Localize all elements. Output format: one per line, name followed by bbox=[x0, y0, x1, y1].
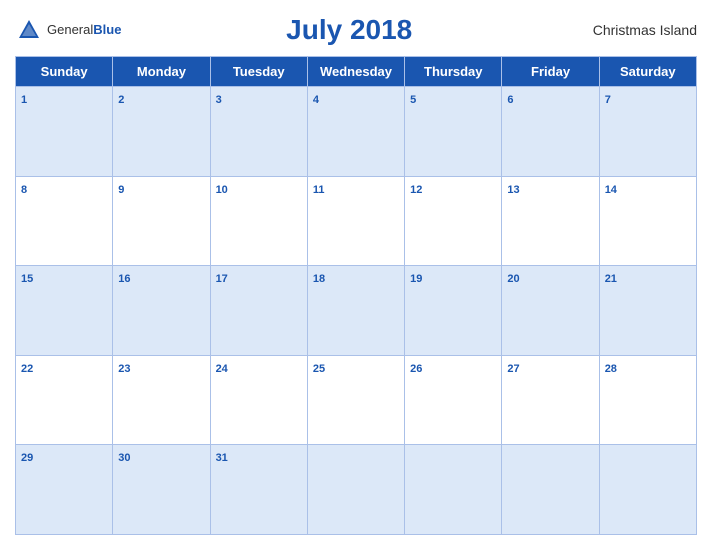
calendar-cell: 4 bbox=[307, 87, 404, 177]
calendar-cell: 10 bbox=[210, 176, 307, 266]
calendar-week-3: 15 16 17 18 19 20 21 bbox=[16, 266, 697, 356]
calendar-cell: 27 bbox=[502, 355, 599, 445]
calendar-cell: 14 bbox=[599, 176, 696, 266]
calendar-body: 1234567891011121314151617181920212223242… bbox=[16, 87, 697, 535]
calendar-title: July 2018 bbox=[121, 14, 577, 46]
logo-general: General bbox=[47, 22, 93, 37]
calendar-cell: 30 bbox=[113, 445, 210, 535]
day-number: 1 bbox=[21, 94, 27, 106]
weekday-header-row: SundayMondayTuesdayWednesdayThursdayFrid… bbox=[16, 57, 697, 87]
weekday-sunday: Sunday bbox=[16, 57, 113, 87]
calendar-cell: 9 bbox=[113, 176, 210, 266]
calendar-cell: 31 bbox=[210, 445, 307, 535]
calendar-cell: 15 bbox=[16, 266, 113, 356]
logo-text: GeneralBlue bbox=[47, 21, 121, 39]
day-number: 19 bbox=[410, 273, 422, 285]
calendar-header-row: SundayMondayTuesdayWednesdayThursdayFrid… bbox=[16, 57, 697, 87]
day-number: 10 bbox=[216, 184, 228, 196]
calendar-cell: 17 bbox=[210, 266, 307, 356]
day-number: 25 bbox=[313, 363, 325, 375]
day-number: 2 bbox=[118, 94, 124, 106]
calendar-cell bbox=[502, 445, 599, 535]
calendar-cell: 20 bbox=[502, 266, 599, 356]
weekday-saturday: Saturday bbox=[599, 57, 696, 87]
calendar-cell: 5 bbox=[405, 87, 502, 177]
day-number: 27 bbox=[507, 363, 519, 375]
calendar-cell: 29 bbox=[16, 445, 113, 535]
calendar-cell: 11 bbox=[307, 176, 404, 266]
logo-blue: Blue bbox=[93, 22, 121, 37]
weekday-friday: Friday bbox=[502, 57, 599, 87]
calendar-cell bbox=[599, 445, 696, 535]
weekday-thursday: Thursday bbox=[405, 57, 502, 87]
calendar-cell: 7 bbox=[599, 87, 696, 177]
day-number: 21 bbox=[605, 273, 617, 285]
day-number: 17 bbox=[216, 273, 228, 285]
calendar-cell: 2 bbox=[113, 87, 210, 177]
calendar-cell: 25 bbox=[307, 355, 404, 445]
day-number: 24 bbox=[216, 363, 228, 375]
calendar-week-5: 29 30 31 bbox=[16, 445, 697, 535]
calendar-week-2: 8 9 10 11 12 13 14 bbox=[16, 176, 697, 266]
day-number: 31 bbox=[216, 452, 228, 464]
calendar-subtitle: Christmas Island bbox=[577, 22, 697, 38]
day-number: 12 bbox=[410, 184, 422, 196]
calendar-header: GeneralBlue July 2018 Christmas Island bbox=[15, 10, 697, 50]
day-number: 22 bbox=[21, 363, 33, 375]
day-number: 23 bbox=[118, 363, 130, 375]
calendar-cell: 1 bbox=[16, 87, 113, 177]
calendar-cell: 22 bbox=[16, 355, 113, 445]
day-number: 9 bbox=[118, 184, 124, 196]
calendar-cell: 26 bbox=[405, 355, 502, 445]
calendar-cell: 28 bbox=[599, 355, 696, 445]
day-number: 15 bbox=[21, 273, 33, 285]
calendar-cell: 21 bbox=[599, 266, 696, 356]
day-number: 28 bbox=[605, 363, 617, 375]
logo-icon bbox=[15, 16, 43, 44]
weekday-monday: Monday bbox=[113, 57, 210, 87]
calendar-week-1: 1 2 3 4 5 6 7 bbox=[16, 87, 697, 177]
day-number: 3 bbox=[216, 94, 222, 106]
calendar-cell: 23 bbox=[113, 355, 210, 445]
weekday-tuesday: Tuesday bbox=[210, 57, 307, 87]
day-number: 6 bbox=[507, 94, 513, 106]
day-number: 4 bbox=[313, 94, 319, 106]
calendar-cell: 3 bbox=[210, 87, 307, 177]
calendar-cell bbox=[307, 445, 404, 535]
day-number: 14 bbox=[605, 184, 617, 196]
day-number: 18 bbox=[313, 273, 325, 285]
day-number: 13 bbox=[507, 184, 519, 196]
calendar-cell: 19 bbox=[405, 266, 502, 356]
day-number: 11 bbox=[313, 184, 325, 196]
calendar-table: SundayMondayTuesdayWednesdayThursdayFrid… bbox=[15, 56, 697, 535]
day-number: 30 bbox=[118, 452, 130, 464]
weekday-wednesday: Wednesday bbox=[307, 57, 404, 87]
day-number: 16 bbox=[118, 273, 130, 285]
day-number: 29 bbox=[21, 452, 33, 464]
day-number: 26 bbox=[410, 363, 422, 375]
calendar-week-4: 22 23 24 25 26 27 28 bbox=[16, 355, 697, 445]
calendar-cell: 24 bbox=[210, 355, 307, 445]
logo: GeneralBlue bbox=[15, 16, 121, 44]
day-number: 7 bbox=[605, 94, 611, 106]
calendar-cell: 16 bbox=[113, 266, 210, 356]
day-number: 5 bbox=[410, 94, 416, 106]
calendar-cell: 13 bbox=[502, 176, 599, 266]
day-number: 20 bbox=[507, 273, 519, 285]
calendar-cell: 6 bbox=[502, 87, 599, 177]
calendar-cell bbox=[405, 445, 502, 535]
calendar-cell: 12 bbox=[405, 176, 502, 266]
calendar-cell: 18 bbox=[307, 266, 404, 356]
calendar-cell: 8 bbox=[16, 176, 113, 266]
day-number: 8 bbox=[21, 184, 27, 196]
